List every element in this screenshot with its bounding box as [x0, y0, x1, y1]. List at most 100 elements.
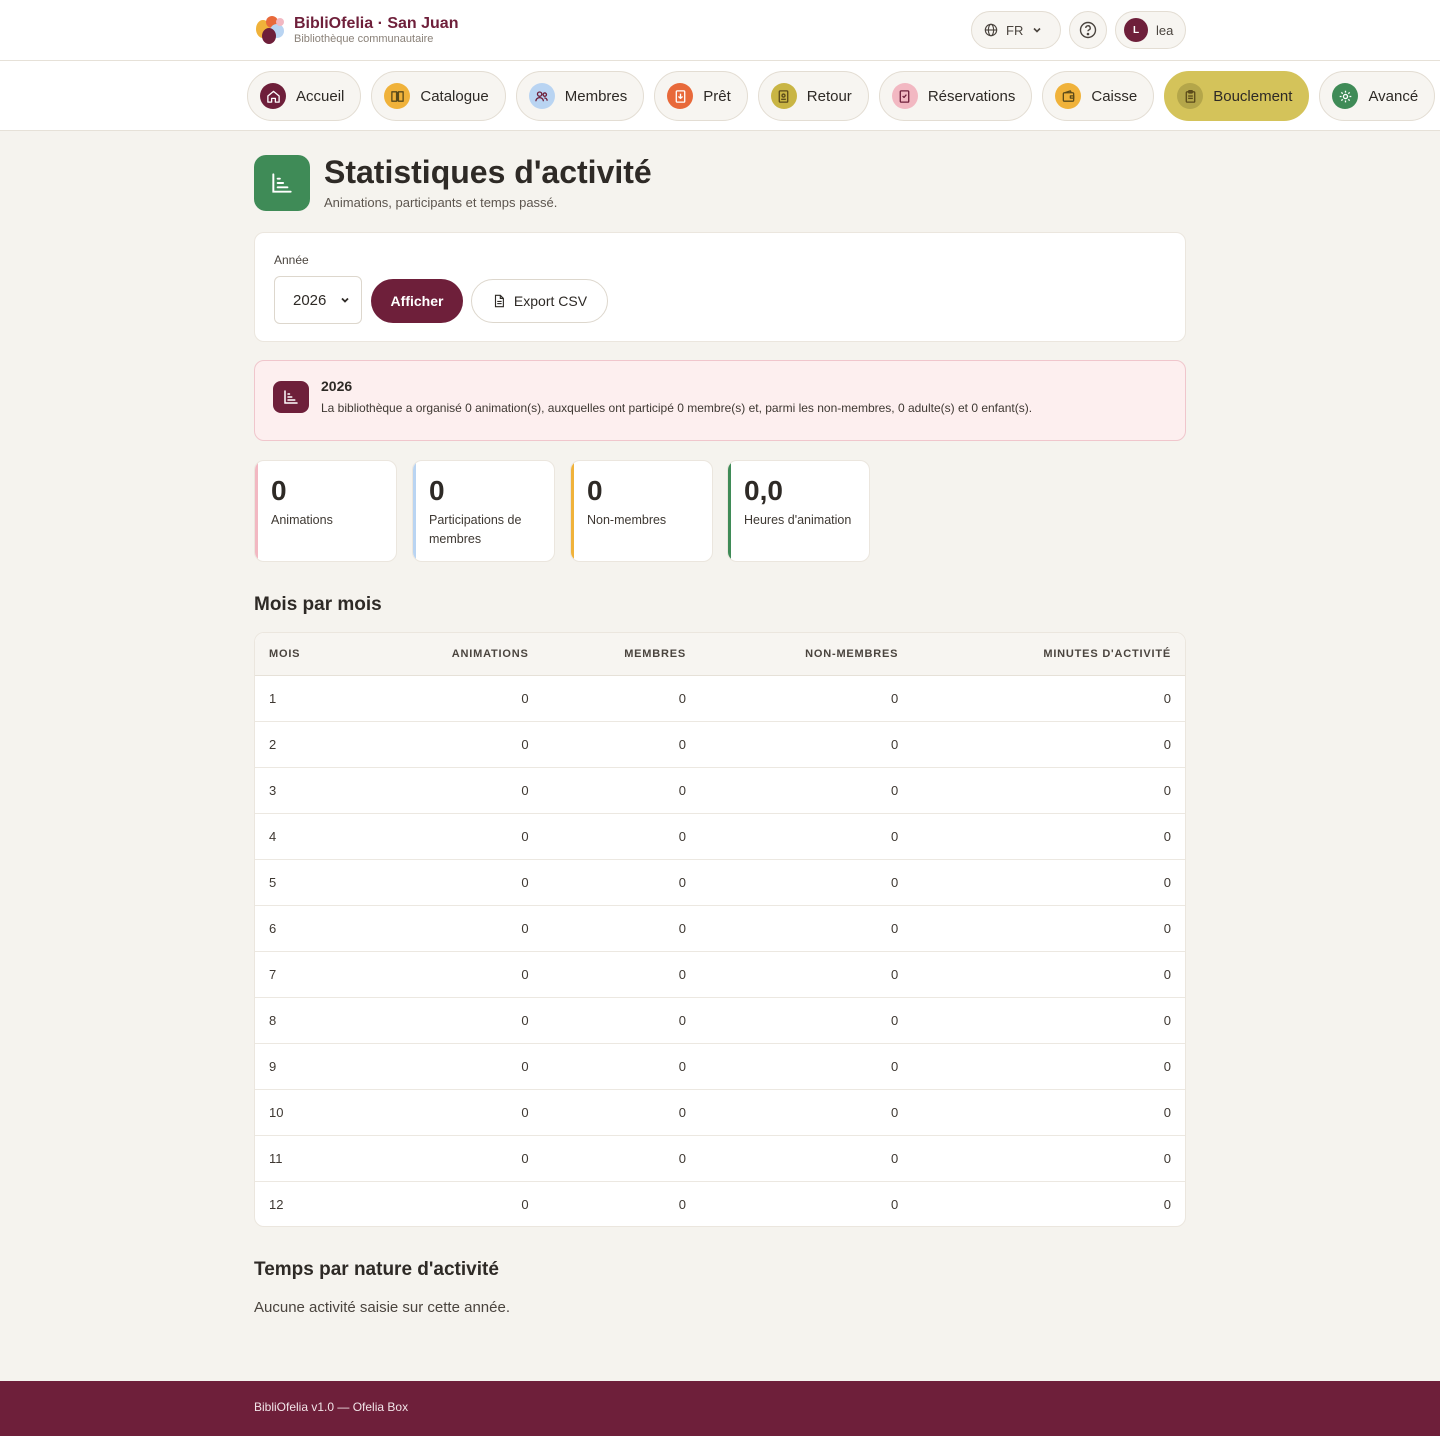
table-cell: 0	[912, 766, 1185, 813]
nav-item-caisse[interactable]: Caisse	[1042, 71, 1155, 121]
column-header: MINUTES D'ACTIVITÉ	[912, 633, 1185, 676]
filter-card: Année 2026 Afficher Export CSV	[254, 232, 1186, 342]
stat-value: 0,0	[744, 475, 783, 506]
table-cell: 0	[700, 720, 913, 767]
table-cell: 12	[255, 1180, 359, 1226]
user-name: lea	[1156, 22, 1174, 38]
show-button[interactable]: Afficher	[371, 279, 463, 323]
table-cell: 0	[678, 690, 687, 706]
brand-subtitle: Bibliothèque communautaire	[294, 32, 434, 45]
nav-item-label: Réservations	[927, 87, 1016, 105]
table-cell: 0	[700, 950, 913, 997]
file-icon	[494, 294, 504, 308]
loan-icon	[667, 83, 694, 109]
nav-item-bouclement[interactable]: Bouclement	[1164, 71, 1310, 121]
table-cell: 11	[255, 1134, 359, 1181]
gear-icon	[1332, 83, 1359, 109]
monthly-section-title: Mois par mois	[254, 594, 382, 615]
activity-empty-text: Aucune activité saisie sur cette année.	[254, 1299, 510, 1316]
table-row: 90000	[255, 1042, 1185, 1089]
export-csv-button[interactable]: Export CSV	[471, 279, 608, 323]
table-row: 30000	[255, 766, 1185, 813]
table-row: 80000	[255, 996, 1185, 1043]
export-csv-label: Export CSV	[513, 293, 588, 309]
chevron-down-icon	[1033, 27, 1041, 33]
user-menu[interactable]: L lea	[1115, 11, 1186, 49]
table-cell: 0	[358, 1134, 543, 1181]
table-row: 20000	[255, 720, 1185, 767]
table-cell: 0	[912, 996, 1185, 1043]
table-cell: 0	[358, 950, 543, 997]
avatar: L	[1124, 18, 1148, 42]
table-cell: 0	[542, 766, 701, 813]
monthly-table-card: MOIS ANIMATIONS MEMBRES NON-MEMBRES MINUTES …	[254, 632, 1186, 1227]
language-label: FR	[1006, 22, 1024, 38]
table-cell: 0	[912, 1042, 1185, 1089]
stat-card-non-members: 0 Non-membres	[570, 460, 713, 562]
stat-card-animation-hours: 0,0 Heures d'animation	[727, 460, 870, 562]
table-row: 40000	[255, 812, 1185, 859]
table-cell: 0	[358, 1088, 543, 1135]
nav-item-retour[interactable]: Retour	[757, 71, 869, 121]
table-cell: 0	[700, 1134, 913, 1181]
table-cell: 0	[542, 1134, 701, 1181]
nav-item-label: Avancé	[1368, 87, 1419, 105]
logo-icon	[254, 14, 286, 46]
page-header: Statistiques d'activité Animations, part…	[254, 155, 652, 211]
column-header: MOIS	[255, 633, 359, 676]
column-header: NON-MEMBRES	[700, 633, 913, 676]
summary-year: 2026	[321, 378, 353, 394]
language-selector[interactable]: FR	[971, 11, 1061, 49]
top-bar: BibliOfelia · San Juan Bibliothèque comm…	[0, 0, 1440, 61]
table-row: 1 0 0 0 0	[255, 675, 1185, 721]
table-cell: 0	[542, 1180, 701, 1226]
table-cell: 0	[700, 766, 913, 813]
table-cell: 0	[542, 1042, 701, 1089]
table-cell: 0	[542, 904, 701, 951]
table-cell: 4	[255, 812, 359, 859]
nav-item-reservations[interactable]: Réservations	[878, 71, 1033, 121]
table-cell: 0	[1163, 690, 1171, 706]
nav-item-catalogue[interactable]: Catalogue	[371, 71, 506, 121]
table-cell: 3	[255, 766, 359, 813]
table-row: 11 0 0 0 0	[255, 1134, 1185, 1181]
year-select-value: 2026	[293, 291, 327, 309]
table-cell: 0	[358, 812, 543, 859]
brand[interactable]: BibliOfelia · San Juan Bibliothèque comm…	[254, 14, 458, 46]
chart-icon	[254, 155, 310, 211]
return-icon	[770, 83, 797, 109]
nav-item-avance[interactable]: Avancé	[1319, 71, 1436, 121]
table-cell: 0	[700, 858, 913, 905]
table-cell: 0	[700, 1088, 913, 1135]
page-title: Statistiques d'activité	[324, 154, 652, 190]
nav-item-label: Accueil	[296, 87, 345, 105]
table-cell: 0	[358, 1042, 543, 1089]
help-button[interactable]	[1069, 11, 1107, 49]
brand-name: BibliOfelia · San Juan	[294, 14, 459, 32]
nav-item-membres[interactable]: Membres	[515, 71, 645, 121]
table-cell: 0	[358, 766, 543, 813]
nav-item-pret[interactable]: Prêt	[654, 71, 748, 121]
summary-banner: 2026 La bibliothèque a organisé 0 animat…	[254, 360, 1186, 441]
nav-item-accueil[interactable]: Accueil	[247, 71, 362, 121]
stat-value: 0	[429, 475, 445, 506]
table-cell: 0	[891, 690, 899, 706]
table-cell: 0	[542, 996, 701, 1043]
table-cell: 0	[700, 1180, 913, 1226]
table-cell: 0	[521, 690, 529, 706]
stat-card-animations: 0 Animations	[254, 460, 397, 562]
table-cell: 0	[700, 996, 913, 1043]
bookmark-icon	[891, 83, 918, 109]
table-cell: 0	[700, 904, 913, 951]
clipboard-icon	[1177, 83, 1204, 109]
table-cell: 0	[542, 1088, 701, 1135]
main-nav: Accueil Catalogue Membres Prêt Retour Réserva…	[0, 61, 1440, 131]
table-cell: 8	[255, 996, 359, 1043]
table-cell: 0	[912, 858, 1185, 905]
table-cell: 0	[358, 996, 543, 1043]
year-select[interactable]: 2026	[274, 276, 362, 324]
activity-time-title: Temps par nature d'activité	[254, 1259, 499, 1280]
home-icon	[260, 83, 286, 109]
chevron-down-icon	[341, 297, 349, 303]
nav-item-label: Caisse	[1091, 87, 1138, 105]
